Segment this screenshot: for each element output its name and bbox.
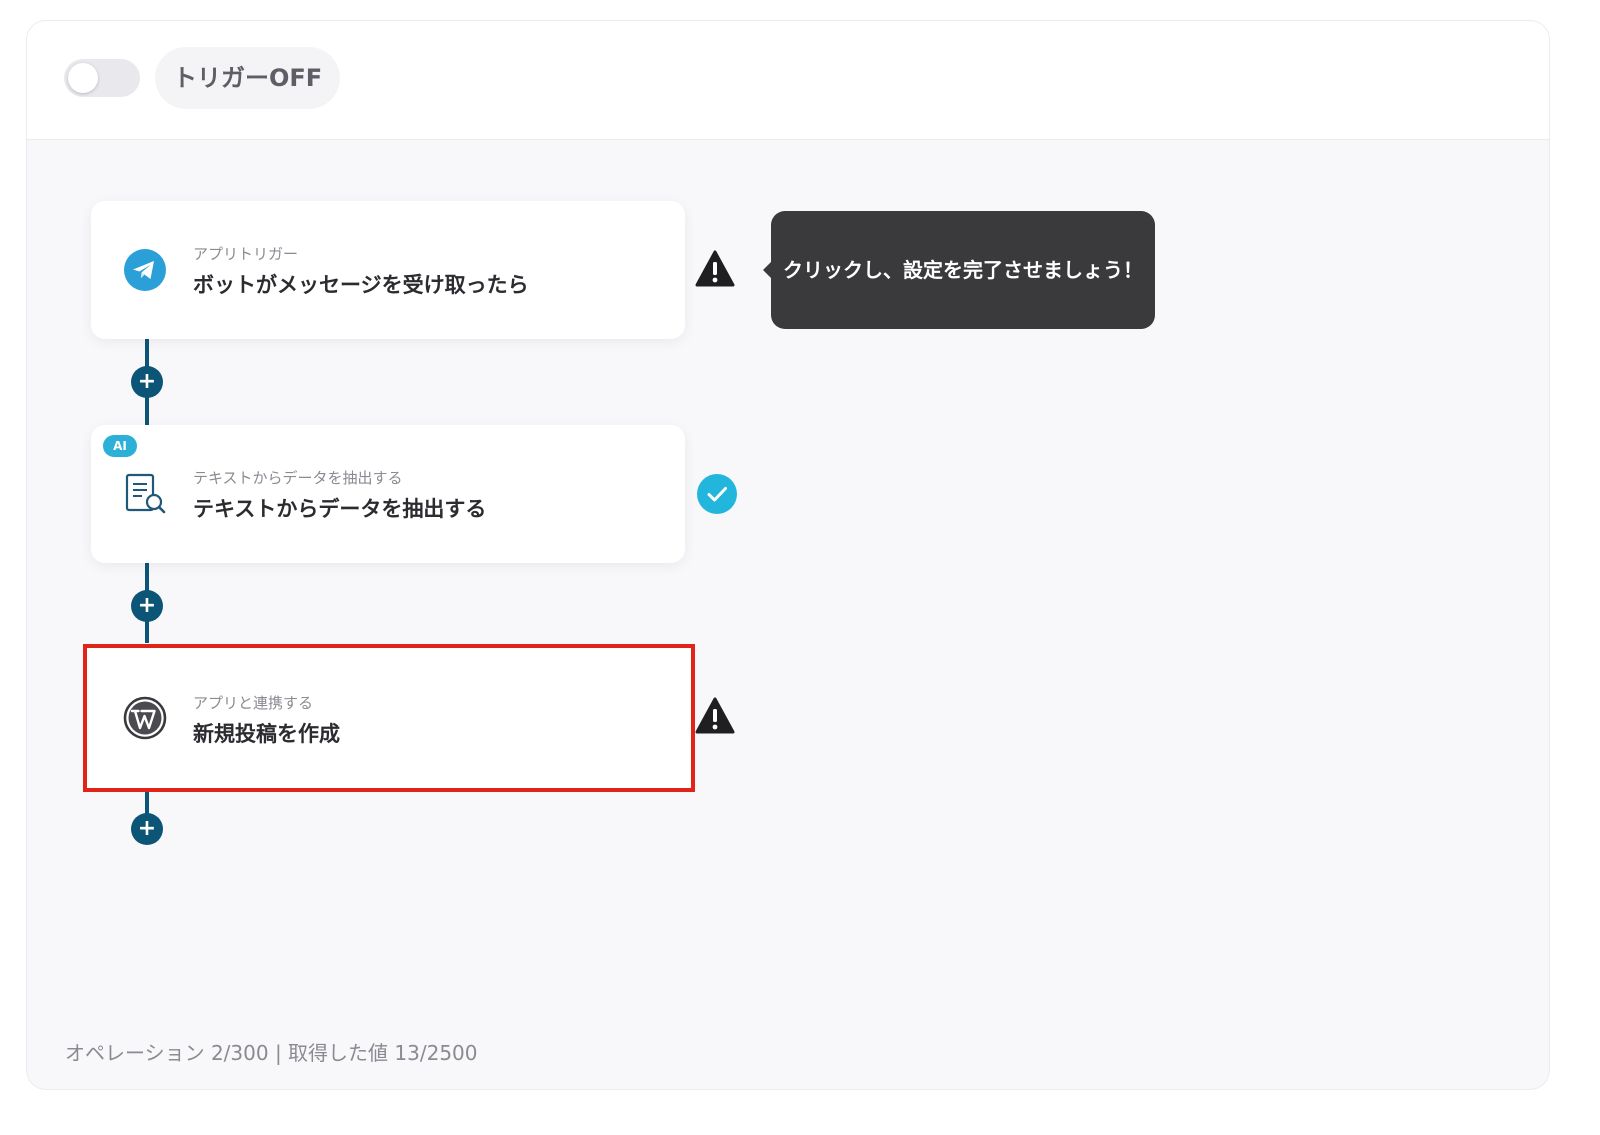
- telegram-icon: [124, 249, 166, 291]
- step-card-telegram-trigger[interactable]: アプリトリガー ボットがメッセージを受け取ったら: [91, 201, 685, 339]
- trigger-status-label: トリガーOFF: [155, 47, 341, 109]
- wordpress-icon: [123, 696, 167, 740]
- add-step-button[interactable]: +: [131, 813, 163, 845]
- step-card-ai-extract[interactable]: AI テキストからデータを抽出する テキストからデータを抽出する: [91, 425, 685, 563]
- flow-editor: トリガーOFF + + + アプリトリガー ボットがメッセージを受け取ったら ク…: [26, 20, 1550, 1090]
- add-step-button[interactable]: +: [131, 366, 163, 398]
- step-card-wordpress-create-post[interactable]: アプリと連携する 新規投稿を作成: [83, 644, 695, 792]
- add-step-button[interactable]: +: [131, 590, 163, 622]
- step-type-label: アプリトリガー: [193, 245, 299, 263]
- step-type-label: アプリと連携する: [193, 694, 314, 712]
- step-title: 新規投稿を作成: [193, 722, 340, 746]
- warning-icon: [695, 697, 735, 734]
- usage-counter: オペレーション 2/300 | 取得した値 13/2500: [65, 1041, 478, 1065]
- warning-icon: [695, 250, 735, 287]
- trigger-toggle[interactable]: [64, 59, 140, 97]
- step-title: ボットがメッセージを受け取ったら: [193, 273, 529, 297]
- toggle-knob: [68, 63, 98, 93]
- step-title: テキストからデータを抽出する: [193, 497, 487, 521]
- check-icon: [697, 474, 737, 514]
- step-type-label: テキストからデータを抽出する: [193, 469, 403, 487]
- ai-badge: AI: [103, 435, 137, 457]
- setup-tooltip: クリックし、設定を完了させましょう！: [763, 211, 1155, 329]
- document-search-icon: [125, 473, 166, 514]
- flow-header: トリガーOFF: [27, 21, 1549, 140]
